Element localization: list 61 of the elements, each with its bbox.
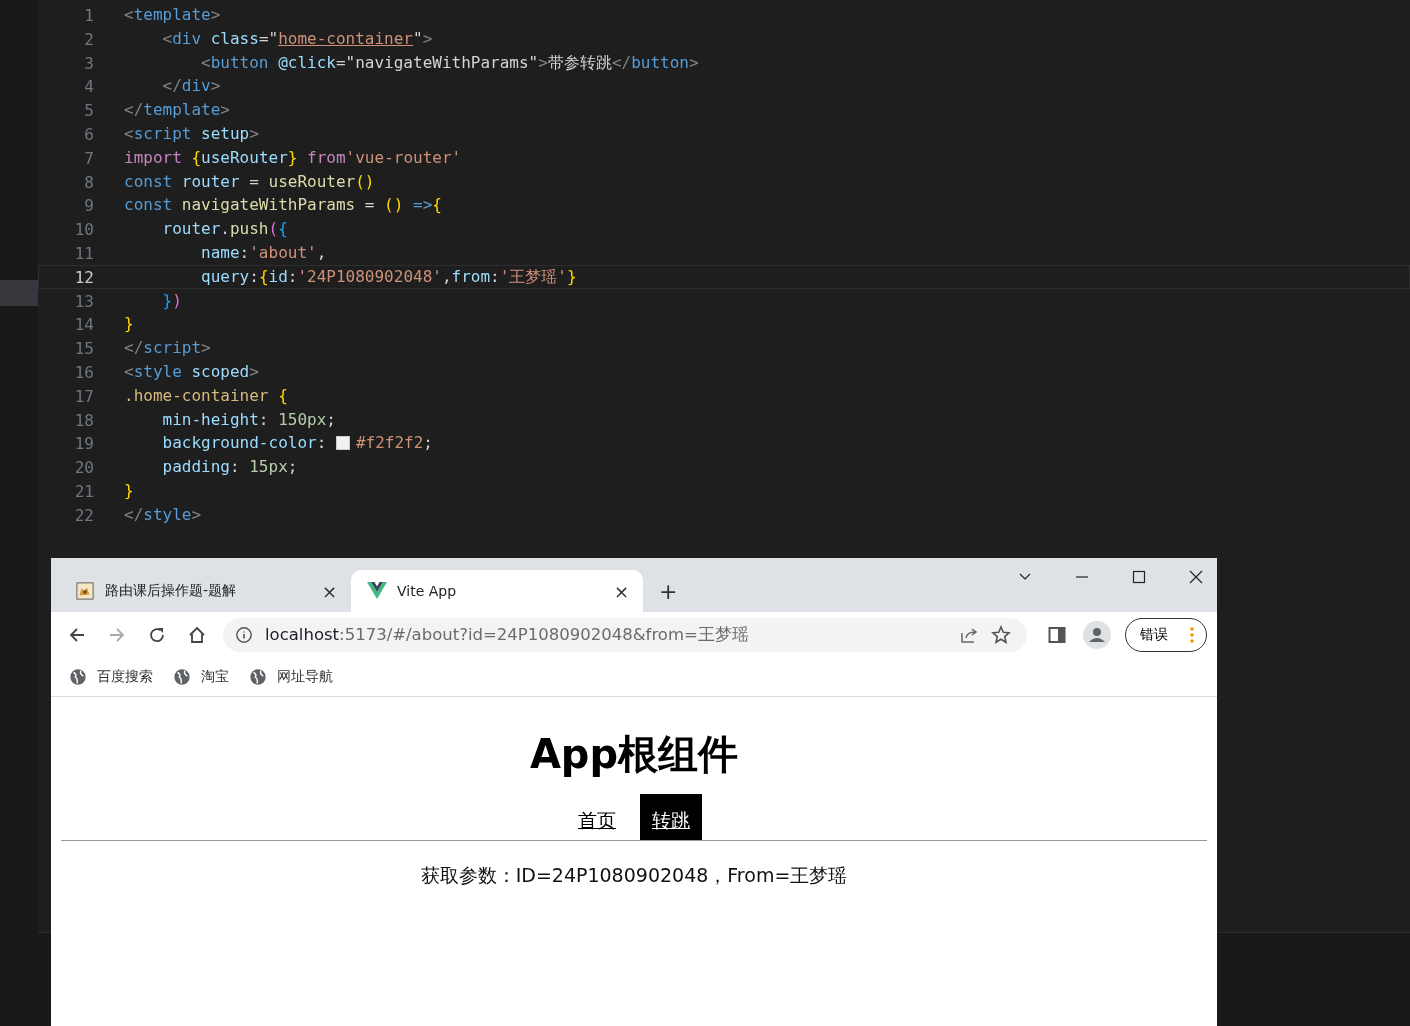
line-number: 13 (73, 290, 94, 312)
tab-title: 路由课后操作题-题解 (105, 582, 238, 600)
line-number: 10 (73, 219, 94, 240)
code-line: </style> (124, 503, 202, 526)
nav-link[interactable]: 首页 (566, 804, 628, 840)
line-number: 21 (73, 480, 94, 502)
bookmark-link[interactable]: 百度搜索 (69, 668, 153, 686)
code-line: name:'about', (200, 241, 327, 264)
profile-error-button[interactable]: 错误 (1125, 618, 1207, 652)
code-line: const router = useRouter() (124, 170, 375, 193)
code-line: } (124, 313, 134, 336)
line-number: 17 (73, 385, 94, 407)
line-number: 11 (73, 242, 94, 264)
code-line: <style scoped> (124, 360, 259, 383)
line-number: 9 (83, 195, 94, 217)
url-text: localhost:5173/#/about?id=24P1080902048&from=王梦瑶 (265, 624, 749, 646)
code-line: <script setup> (124, 123, 259, 145)
code-line: min-height: 150px; (161, 408, 336, 431)
code-line: query:{id:'24P1080902048',from:'王梦瑶'} (200, 265, 577, 288)
code-line: <button @click="navigateWithParams">带参转跳</button> (200, 51, 699, 74)
code-line: </script> (124, 337, 211, 359)
line-number: 5 (83, 100, 94, 121)
tab-title: Vite App (397, 583, 458, 599)
line-number: 12 (73, 266, 94, 288)
line-number: 7 (83, 147, 94, 169)
line-number: 18 (73, 409, 94, 431)
code-line: .home-container { (124, 384, 288, 407)
code-line: const navigateWithParams = () =>{ (124, 194, 442, 217)
query-result-text: 获取参数：ID=24P1080902048，From=王梦瑶 (419, 863, 849, 888)
bookmark-link[interactable]: 淘宝 (173, 668, 229, 686)
line-number: 15 (73, 338, 94, 359)
close-icon[interactable]: × (613, 580, 629, 602)
code-line: background-color: #f2f2f2; (161, 432, 433, 455)
line-number: 20 (73, 457, 94, 478)
nav-link[interactable]: 转跳 (640, 794, 702, 840)
close-icon[interactable]: × (321, 580, 337, 602)
code-line: } (124, 479, 134, 502)
code-line: import {useRouter} from'vue-router' (124, 146, 462, 169)
line-number: 6 (83, 124, 94, 145)
bookmark-link[interactable]: 网址导航 (249, 668, 333, 686)
code-line: <div class="home-container"> (161, 27, 433, 50)
code-line: </div> (161, 75, 221, 98)
code-line: router.push({ (161, 218, 288, 240)
page-heading: App根组件 (528, 730, 740, 779)
code-line: padding: 15px; (161, 456, 298, 478)
line-number: 19 (73, 433, 94, 455)
line-number: 4 (83, 76, 94, 98)
address-bar[interactable]: localhost:5173/#/about?id=24P1080902048&from=王梦瑶 (223, 618, 1027, 652)
code-line: }) (161, 289, 182, 312)
line-number: 1 (83, 5, 94, 26)
line-number: 8 (83, 171, 94, 193)
line-number: 22 (73, 504, 94, 526)
browser-tab[interactable]: 路由课后操作题-题解 × (59, 570, 351, 612)
line-number: 14 (73, 314, 94, 336)
code-line: <template> (124, 4, 221, 26)
line-number: 3 (83, 52, 94, 74)
new-tab-button[interactable]: + (659, 579, 678, 604)
code-line: </template> (124, 99, 230, 121)
line-number: 2 (83, 28, 94, 50)
line-number: 16 (73, 361, 94, 383)
browser-tab[interactable]: Vite App × (351, 570, 643, 612)
